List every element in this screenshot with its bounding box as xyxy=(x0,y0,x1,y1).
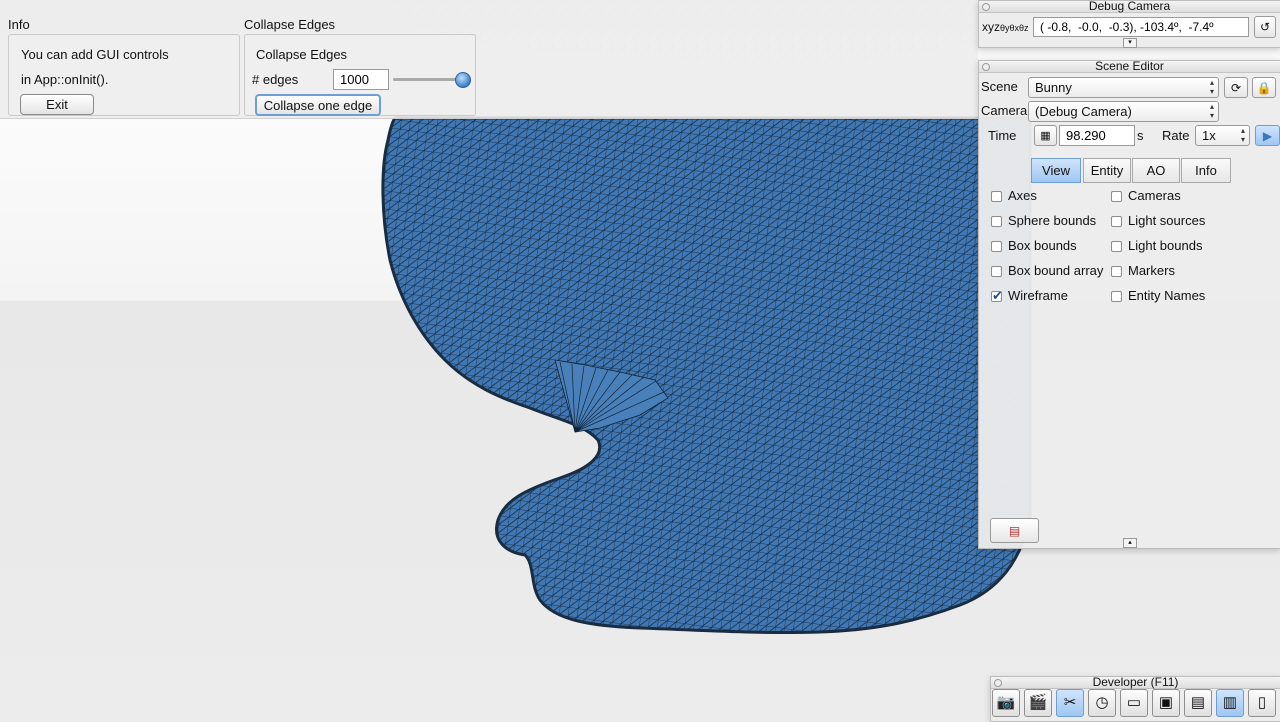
axes-checkbox[interactable] xyxy=(991,191,1002,202)
xyz-label: xyzθyθxθz xyxy=(982,20,1029,34)
info-pane: You can add GUI controls in App::onInit(… xyxy=(8,34,240,116)
notepad-icon[interactable]: ▭ xyxy=(1120,689,1148,717)
rate-value: 1x xyxy=(1202,128,1216,143)
close-icon[interactable] xyxy=(982,63,990,71)
box-bounds-checkbox[interactable] xyxy=(991,241,1002,252)
collapse-arrow-icon[interactable]: ▴ xyxy=(1123,538,1137,548)
cameras-checkbox[interactable] xyxy=(1111,191,1122,202)
rate-label: Rate xyxy=(1162,128,1190,143)
info-pane-title: Info xyxy=(8,17,30,32)
film-icon[interactable]: ▦ xyxy=(1034,125,1057,146)
tab-entity[interactable]: Entity xyxy=(1083,158,1131,183)
info-line-2: in App::onInit(). xyxy=(21,72,109,87)
dropdown-arrows-icon: ▴ ▾ xyxy=(1209,78,1214,96)
edges-label: # edges xyxy=(252,72,299,87)
camera-link-icon[interactable]: ↺ xyxy=(1254,16,1276,38)
camera-value: (Debug Camera) xyxy=(1035,104,1132,119)
angle-text: θyθxθz xyxy=(1000,23,1029,33)
edges-slider-track[interactable] xyxy=(393,78,463,81)
scene-value: Bunny xyxy=(1035,80,1072,95)
collapse-pane-title: Collapse Edges xyxy=(244,17,336,32)
box-bounds-label[interactable]: Box bounds xyxy=(1008,238,1077,253)
light-bounds-label[interactable]: Light bounds xyxy=(1128,238,1202,253)
gui-strip: Info You can add GUI controls in App::on… xyxy=(0,0,978,119)
debug-camera-window: Debug Camera xyzθyθxθz ↺ ▾ xyxy=(978,0,1280,48)
collapse-one-edge-button[interactable]: Collapse one edge xyxy=(255,94,381,116)
edges-field[interactable] xyxy=(333,69,389,90)
save-scene-icon[interactable]: ▤ xyxy=(990,518,1039,543)
xyz-text: xyz xyxy=(982,20,1000,34)
document-icon[interactable]: ▯ xyxy=(1248,689,1276,717)
speed-icon[interactable]: ◷ xyxy=(1088,689,1116,717)
scene-label: Scene xyxy=(981,79,1018,94)
windows-icon[interactable]: ▤ xyxy=(1184,689,1212,717)
box-bound-array-checkbox[interactable] xyxy=(991,266,1002,277)
tools-icon[interactable]: ✂ xyxy=(1056,689,1084,717)
camera-frame-field[interactable] xyxy=(1033,17,1249,37)
expand-arrow-icon[interactable]: ▾ xyxy=(1123,38,1137,48)
reload-icon[interactable]: ⟳ xyxy=(1224,77,1248,98)
markers-label[interactable]: Markers xyxy=(1128,263,1175,278)
entity-names-checkbox[interactable] xyxy=(1111,291,1122,302)
dropdown-arrows-icon: ▴ ▾ xyxy=(1209,102,1214,120)
camera-icon[interactable]: 📷 xyxy=(992,689,1020,717)
markers-checkbox[interactable] xyxy=(1111,266,1122,277)
time-field[interactable] xyxy=(1059,125,1135,146)
wireframe-label[interactable]: Wireframe xyxy=(1008,288,1068,303)
tab-info[interactable]: Info xyxy=(1181,158,1231,183)
monitor-icon[interactable]: ▥ xyxy=(1216,689,1244,717)
debug-camera-titlebar[interactable]: Debug Camera xyxy=(979,0,1280,13)
developer-title: Developer (F11) xyxy=(1092,675,1179,689)
cameras-label[interactable]: Cameras xyxy=(1128,188,1181,203)
debug-camera-title: Debug Camera xyxy=(1088,0,1171,13)
light-sources-label[interactable]: Light sources xyxy=(1128,213,1205,228)
sphere-bounds-label[interactable]: Sphere bounds xyxy=(1008,213,1096,228)
scene-dropdown[interactable]: Bunny ▴ ▾ xyxy=(1028,77,1219,98)
tab-view[interactable]: View xyxy=(1031,158,1081,183)
exit-button[interactable]: Exit xyxy=(20,94,94,115)
lock-icon[interactable]: 🔒 xyxy=(1252,77,1276,98)
time-unit: s xyxy=(1137,128,1144,143)
info-line-1: You can add GUI controls xyxy=(21,47,169,62)
collapse-pane: Collapse Edges # edges Collapse one edge xyxy=(244,34,476,116)
scene-editor-window: Scene Editor Scene Bunny ▴ ▾ ⟳ 🔒 Camera (… xyxy=(978,60,1280,549)
scene-editor-titlebar[interactable]: Scene Editor xyxy=(979,59,1280,73)
developer-titlebar[interactable]: Developer (F11) xyxy=(991,675,1280,689)
close-icon[interactable] xyxy=(982,3,990,11)
terminal-icon[interactable]: ▣ xyxy=(1152,689,1180,717)
axes-label[interactable]: Axes xyxy=(1008,188,1037,203)
box-bound-array-label[interactable]: Box bound array xyxy=(1008,263,1103,278)
camera-dropdown[interactable]: (Debug Camera) ▴ ▾ xyxy=(1028,101,1219,122)
sphere-bounds-checkbox[interactable] xyxy=(991,216,1002,227)
close-icon[interactable] xyxy=(994,679,1002,687)
light-sources-checkbox[interactable] xyxy=(1111,216,1122,227)
play-icon[interactable]: ▶ xyxy=(1255,125,1280,146)
rate-dropdown[interactable]: 1x ▴ ▾ xyxy=(1195,125,1250,146)
camera-label: Camera xyxy=(981,103,1028,118)
collapse-heading: Collapse Edges xyxy=(256,47,348,62)
light-bounds-checkbox[interactable] xyxy=(1111,241,1122,252)
dropdown-arrows-icon: ▴ ▾ xyxy=(1240,126,1245,144)
tab-ao[interactable]: AO xyxy=(1132,158,1180,183)
clapperboard-icon[interactable]: 🎬 xyxy=(1024,689,1052,717)
entity-names-label[interactable]: Entity Names xyxy=(1128,288,1205,303)
time-label: Time xyxy=(988,128,1017,143)
wireframe-checkbox[interactable] xyxy=(991,288,1003,304)
edges-slider-knob[interactable] xyxy=(455,72,471,88)
scene-editor-title: Scene Editor xyxy=(1095,59,1164,73)
